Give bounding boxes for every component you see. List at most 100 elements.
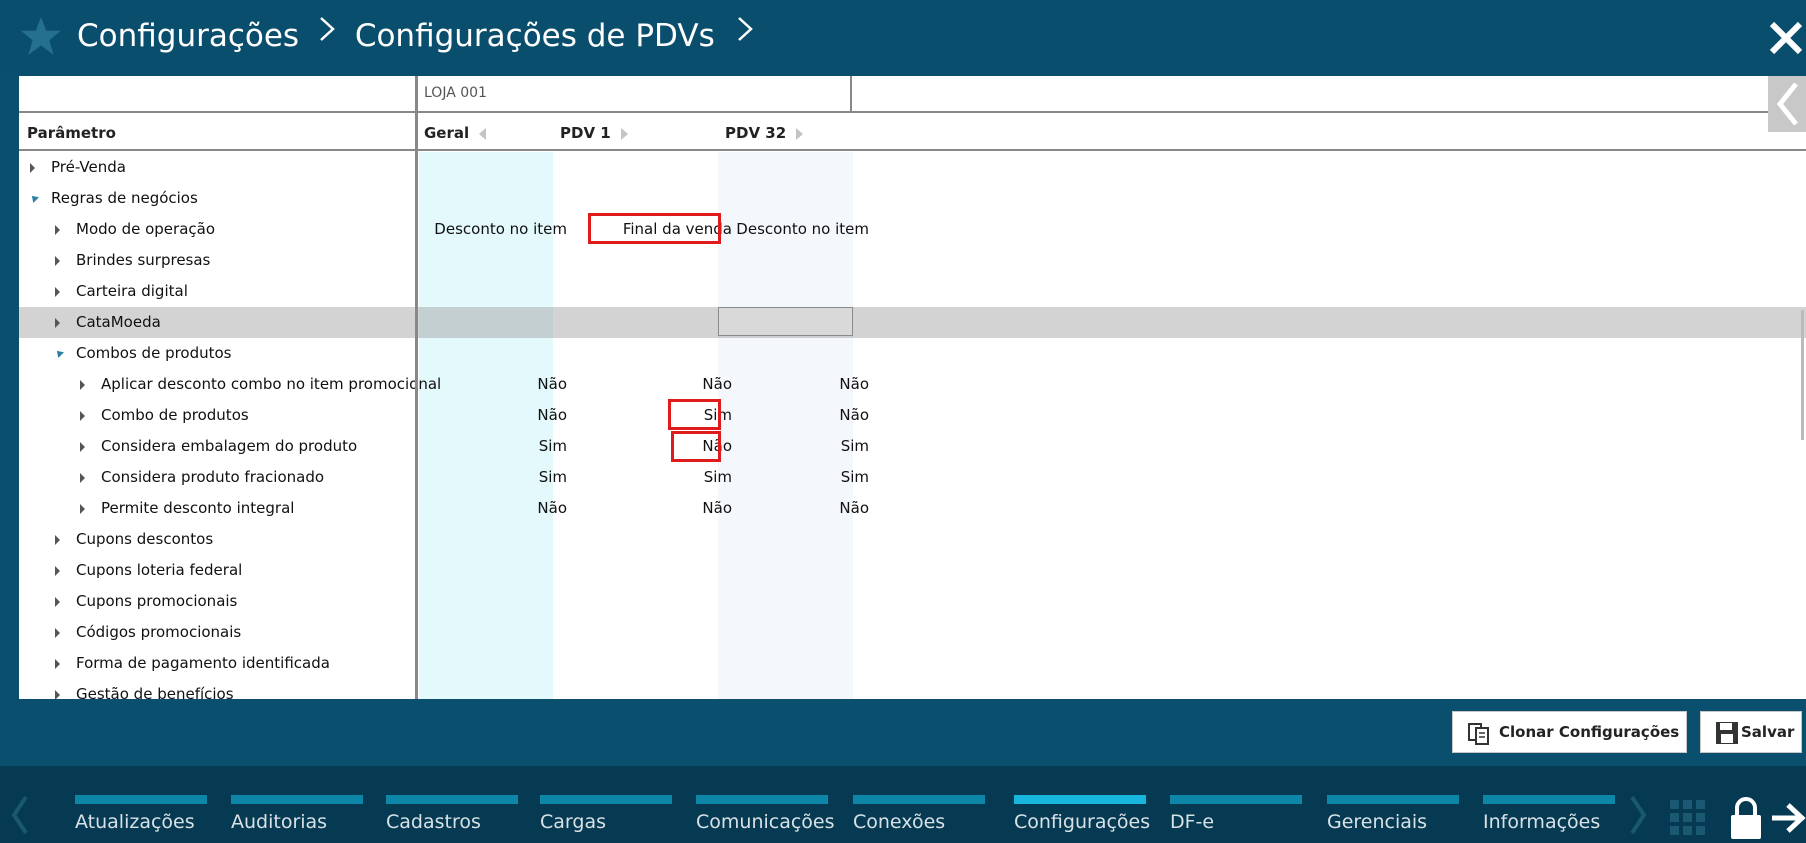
- nav-tab[interactable]: Configurações: [1014, 795, 1150, 843]
- nav-tab-bar: [1170, 795, 1302, 804]
- nav-tab[interactable]: Informações: [1483, 795, 1615, 843]
- focused-cell[interactable]: [718, 307, 853, 336]
- tree-row-label: Modo de operação: [76, 220, 216, 238]
- scroll-right-icon[interactable]: [620, 127, 628, 140]
- expand-icon[interactable]: [80, 504, 85, 514]
- scroll-left-icon[interactable]: [479, 127, 487, 140]
- expand-icon[interactable]: [30, 163, 35, 173]
- nav-tab[interactable]: DF-e: [1170, 795, 1302, 843]
- collapse-icon[interactable]: [54, 348, 64, 358]
- scrollbar-thumb[interactable]: [1801, 310, 1804, 440]
- title-bar: Configurações Configurações de PDVs: [0, 0, 1806, 75]
- nav-tab[interactable]: Atualizações: [75, 795, 207, 843]
- tree-row[interactable]: Códigos promocionais: [19, 617, 1806, 648]
- column-header-pdv1[interactable]: PDV 1: [560, 124, 628, 142]
- breadcrumb-configuracoes-pdvs[interactable]: Configurações de PDVs: [355, 18, 715, 54]
- breadcrumb-configuracoes[interactable]: Configurações: [77, 18, 299, 54]
- expand-icon[interactable]: [80, 442, 85, 452]
- nav-prev-icon[interactable]: [10, 795, 30, 835]
- star-icon[interactable]: [20, 15, 62, 57]
- nav-tab[interactable]: Cadastros: [386, 795, 518, 843]
- tree-row[interactable]: Cupons loteria federal: [19, 555, 1806, 586]
- tree-row-label: Pré-Venda: [51, 158, 126, 176]
- tree-row[interactable]: Combos de produtos: [19, 338, 1806, 369]
- cell-value-geral[interactable]: Não: [419, 375, 567, 393]
- tree-row[interactable]: CataMoeda: [19, 307, 1806, 338]
- column-header-pdv32[interactable]: PDV 32: [725, 124, 804, 142]
- chevron-right-icon[interactable]: [731, 14, 755, 44]
- tree-row-label: Cupons loteria federal: [76, 561, 243, 579]
- tree-row[interactable]: Forma de pagamento identificada: [19, 648, 1806, 679]
- tree-row-label: Combo de produtos: [101, 406, 249, 424]
- cell-value-geral[interactable]: Sim: [419, 437, 567, 455]
- cell-value-pdv32[interactable]: Não: [727, 499, 869, 517]
- expand-icon[interactable]: [55, 659, 60, 669]
- column-header-parameter[interactable]: Parâmetro: [27, 124, 116, 142]
- nav-tab[interactable]: Comunicações: [696, 795, 835, 843]
- expand-icon[interactable]: [55, 318, 60, 328]
- tree-row[interactable]: Combo de produtos Não Sim Não: [19, 400, 1806, 431]
- cell-value-pdv32[interactable]: Sim: [727, 437, 869, 455]
- cell-value-geral[interactable]: Não: [419, 499, 567, 517]
- expand-icon[interactable]: [55, 225, 60, 235]
- tree-row[interactable]: Considera embalagem do produto Sim Não Sim: [19, 431, 1806, 462]
- expand-icon[interactable]: [55, 690, 60, 699]
- nav-tab-bar: [1014, 795, 1146, 804]
- tree-row[interactable]: Cupons promocionais: [19, 586, 1806, 617]
- expand-icon[interactable]: [55, 287, 60, 297]
- tree-row[interactable]: Permite desconto integral Não Não Não: [19, 493, 1806, 524]
- expand-icon[interactable]: [55, 535, 60, 545]
- tree-row[interactable]: Carteira digital: [19, 276, 1806, 307]
- nav-tab-bar: [386, 795, 518, 804]
- cell-value-geral[interactable]: Não: [419, 406, 567, 424]
- cell-value-pdv32[interactable]: Não: [727, 406, 869, 424]
- nav-tab[interactable]: Conexões: [853, 795, 985, 843]
- exit-arrow-icon[interactable]: [1770, 800, 1806, 836]
- tree-divider[interactable]: [415, 76, 418, 699]
- close-icon[interactable]: [1766, 18, 1806, 58]
- nav-tab-bar: [1483, 795, 1615, 804]
- tree-row[interactable]: Regras de negócios: [19, 183, 1806, 214]
- tree-row-label: Considera embalagem do produto: [101, 437, 358, 455]
- tree-row[interactable]: Gestão de benefícios: [19, 679, 1806, 699]
- tree-row-label: CataMoeda: [76, 313, 161, 331]
- expand-icon[interactable]: [80, 473, 85, 483]
- tree-row[interactable]: Aplicar desconto combo no item promocion…: [19, 369, 1806, 400]
- nav-tab-label: Cargas: [540, 811, 606, 833]
- column-header-pdv32-label: PDV 32: [725, 124, 787, 142]
- cell-value-pdv1[interactable]: Não: [586, 499, 732, 517]
- cell-value-pdv32[interactable]: Desconto no item: [727, 220, 869, 238]
- expand-icon[interactable]: [55, 597, 60, 607]
- cell-value-pdv32[interactable]: Não: [727, 375, 869, 393]
- save-button[interactable]: Salvar: [1700, 711, 1802, 753]
- tree-row-label: Aplicar desconto combo no item promocion…: [101, 375, 442, 393]
- cell-value-pdv1[interactable]: Não: [586, 375, 732, 393]
- expand-icon[interactable]: [55, 628, 60, 638]
- expand-icon[interactable]: [55, 256, 60, 266]
- tree-row-label: Gestão de benefícios: [76, 685, 234, 699]
- nav-tab[interactable]: Cargas: [540, 795, 672, 843]
- cell-value-pdv1[interactable]: Sim: [586, 468, 732, 486]
- tree-row[interactable]: Modo de operação Desconto no item Final da…: [19, 214, 1806, 245]
- cell-value-geral[interactable]: Desconto no item: [419, 220, 567, 238]
- lock-icon[interactable]: [1728, 796, 1764, 840]
- expand-icon[interactable]: [80, 411, 85, 421]
- collapse-icon[interactable]: [29, 193, 39, 203]
- cell-value-pdv32[interactable]: Sim: [727, 468, 869, 486]
- tree-row[interactable]: Considera produto fracionado Sim Sim Sim: [19, 462, 1806, 493]
- expand-icon[interactable]: [80, 380, 85, 390]
- nav-tab[interactable]: Gerenciais: [1327, 795, 1459, 843]
- tree-row-label: Permite desconto integral: [101, 499, 295, 517]
- nav-next-icon[interactable]: [1628, 795, 1648, 835]
- expand-icon[interactable]: [55, 566, 60, 576]
- pdv-settings-grid: LOJA 001 Parâmetro Geral PDV 1 PDV 32 Pr…: [19, 76, 1806, 699]
- cell-value-geral[interactable]: Sim: [419, 468, 567, 486]
- scroll-right-icon[interactable]: [796, 127, 804, 140]
- tree-row[interactable]: Cupons descontos: [19, 524, 1806, 555]
- clone-settings-button[interactable]: Clonar Configurações: [1452, 711, 1687, 753]
- grid-icon[interactable]: [1668, 798, 1708, 838]
- tree-row[interactable]: Brindes surpresas: [19, 245, 1806, 276]
- tree-row[interactable]: Pré-Venda: [19, 152, 1806, 183]
- column-header-geral[interactable]: Geral: [424, 124, 487, 142]
- nav-tab[interactable]: Auditorias: [231, 795, 363, 843]
